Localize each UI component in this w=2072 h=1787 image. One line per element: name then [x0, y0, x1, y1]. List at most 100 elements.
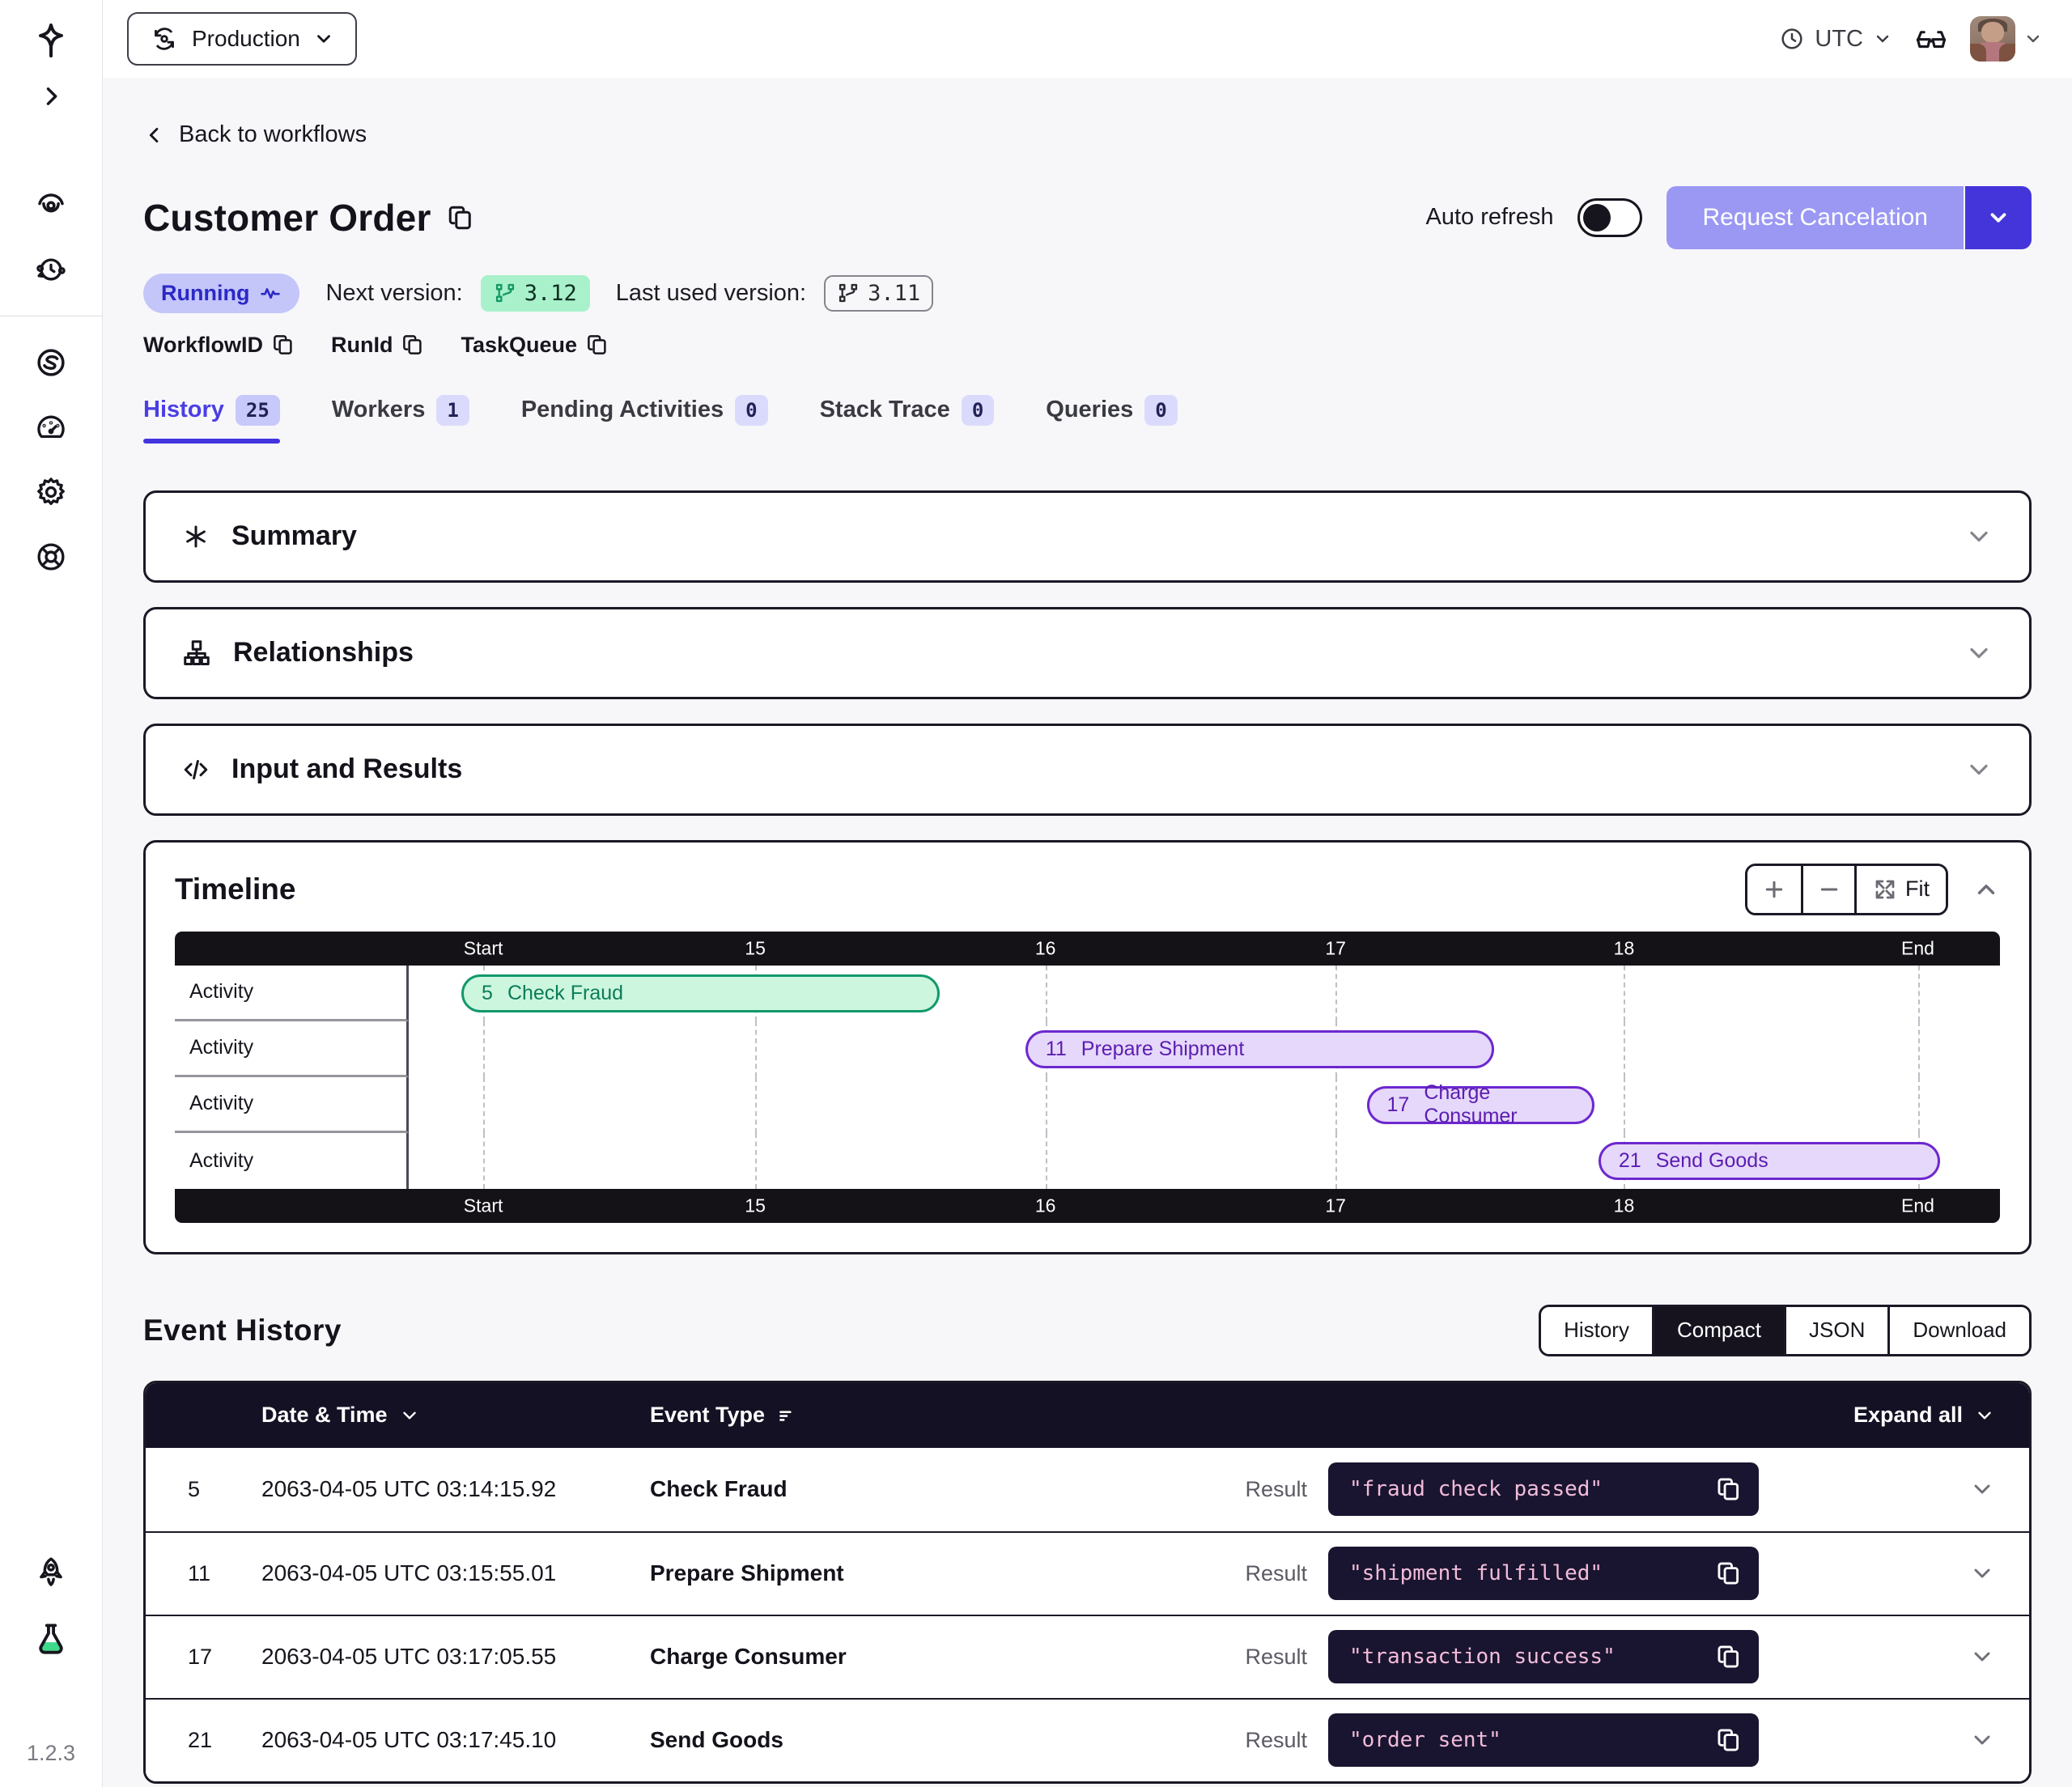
timeline-tick-label: 18	[1614, 1195, 1635, 1216]
column-event-type[interactable]: Event Type	[650, 1403, 1038, 1428]
timeline-gridline	[1046, 1077, 1047, 1133]
relationships-icon	[181, 638, 212, 669]
section-relationships[interactable]: Relationships	[143, 607, 2032, 699]
timeline-tick-label: Start	[464, 937, 503, 959]
view-mode-json[interactable]: JSON	[1784, 1307, 1887, 1354]
timeline-row: Activity11Prepare Shipment	[175, 1021, 2000, 1077]
tab-queries[interactable]: Queries0	[1046, 395, 1177, 444]
view-mode-compact[interactable]: Compact	[1652, 1307, 1784, 1354]
namespace-selector[interactable]: Production	[127, 12, 357, 66]
timeline-bar-send-goods[interactable]: 21Send Goods	[1599, 1142, 1940, 1180]
rocket-icon[interactable]	[33, 1555, 69, 1590]
support-icon[interactable]	[34, 540, 68, 574]
result-value: "fraud check passed"	[1349, 1477, 1715, 1501]
labs-icon[interactable]	[32, 1621, 70, 1658]
pulse-icon	[259, 282, 282, 304]
timeline-row-label: Activity	[175, 1133, 409, 1189]
section-input-and-results[interactable]: Input and Results	[143, 724, 2032, 816]
fit-button[interactable]: Fit	[1854, 866, 1946, 913]
view-mode-history[interactable]: History	[1541, 1307, 1652, 1354]
timeline-bar-prepare-shipment[interactable]: 11Prepare Shipment	[1025, 1030, 1495, 1068]
request-cancelation-dropdown[interactable]	[1964, 186, 2032, 249]
zoom-out-button[interactable]	[1801, 866, 1854, 913]
copy-icon[interactable]	[1715, 1475, 1743, 1503]
copy-workflowid-button[interactable]: WorkflowID	[143, 333, 295, 358]
expand-row-chevron-icon[interactable]	[1969, 1476, 2029, 1502]
event-row-charge-consumer[interactable]: 172063-04-05 UTC 03:17:05.55Charge Consu…	[146, 1615, 2029, 1698]
timeline-tick-label: Start	[464, 1195, 503, 1216]
expand-row-chevron-icon[interactable]	[1969, 1644, 2029, 1670]
sidebar: 1.2.3	[0, 0, 103, 1787]
copy-icon	[271, 333, 295, 357]
avatar[interactable]	[1970, 16, 2015, 62]
timeline-row-label: Activity	[175, 1077, 409, 1133]
namespace-name: Production	[192, 26, 300, 52]
result-value: "transaction success"	[1349, 1645, 1715, 1669]
tab-count-badge: 25	[236, 395, 280, 426]
result-label: Result	[1245, 1645, 1328, 1670]
last-version-badge: 3.11	[824, 275, 933, 312]
timezone-selector[interactable]: UTC	[1779, 26, 1892, 53]
column-date-time[interactable]: Date & Time	[261, 1403, 650, 1428]
temporal-logo-icon[interactable]	[32, 21, 70, 60]
tab-stack-trace[interactable]: Stack Trace0	[820, 395, 995, 444]
schedules-icon[interactable]	[34, 253, 68, 287]
copy-title-icon[interactable]	[446, 203, 475, 232]
copy-icon[interactable]	[1715, 1560, 1743, 1587]
timeline-tick-label: 16	[1035, 1195, 1056, 1216]
timeline-tick-label: 15	[745, 1195, 766, 1216]
nexus-icon[interactable]	[34, 346, 68, 380]
expand-row-chevron-icon[interactable]	[1969, 1560, 2029, 1586]
timeline-gridline	[1624, 1021, 1625, 1077]
copy-runid-button[interactable]: RunId	[331, 333, 425, 358]
timeline-row: Activity 21Send Goods	[175, 1133, 2000, 1189]
timeline-row: Activity 17Charge Consumer	[175, 1077, 2000, 1133]
topbar: Production UTC	[103, 0, 2072, 78]
timeline-axis-top: Start15161718End	[175, 932, 2000, 966]
timeline-bar-charge-consumer[interactable]: 17Charge Consumer	[1367, 1086, 1595, 1124]
event-history-table: Date & Time Event Type Expand all 52063-…	[143, 1381, 2032, 1784]
event-row-prepare-shipment[interactable]: 112063-04-05 UTC 03:15:55.01Prepare Ship…	[146, 1531, 2029, 1615]
labs-glasses-icon[interactable]	[1913, 21, 1949, 57]
expand-sidebar-icon[interactable]	[37, 83, 65, 110]
copy-icon[interactable]	[1715, 1726, 1743, 1754]
section-summary[interactable]: Summary	[143, 490, 2032, 583]
copy-icon[interactable]	[1715, 1643, 1743, 1670]
timeline-bar-check-fraud[interactable]: 5Check Fraud	[461, 974, 940, 1012]
timeline-row-label: Activity	[175, 966, 409, 1021]
timeline-gridline	[483, 1021, 485, 1077]
collapse-timeline-chevron-up-icon[interactable]	[1972, 876, 2000, 903]
usage-icon[interactable]	[34, 410, 68, 444]
event-row-send-goods[interactable]: 212063-04-05 UTC 03:17:45.10Send GoodsRe…	[146, 1698, 2029, 1781]
fit-expand-icon	[1873, 877, 1897, 902]
chevron-down-icon[interactable]	[2023, 29, 2043, 49]
timeline-card: Timeline Fit Start15161718End Activity5C…	[143, 840, 2032, 1254]
result-value: "order sent"	[1349, 1728, 1715, 1752]
timeline-gridline	[483, 1077, 485, 1133]
result-value-pill: "transaction success"	[1328, 1630, 1759, 1683]
event-id: 5	[146, 1477, 261, 1502]
result-value-pill: "fraud check passed"	[1328, 1462, 1759, 1516]
expand-row-chevron-icon[interactable]	[1969, 1727, 2029, 1753]
tab-history[interactable]: History25	[143, 395, 280, 444]
copy-taskqueue-button[interactable]: TaskQueue	[461, 333, 609, 358]
event-id: 11	[146, 1561, 261, 1586]
chevron-down-icon	[1964, 639, 1993, 668]
view-mode-download[interactable]: Download	[1887, 1307, 2029, 1354]
workflows-icon[interactable]	[34, 188, 68, 222]
zoom-in-button[interactable]	[1747, 866, 1801, 913]
event-row-check-fraud[interactable]: 52063-04-05 UTC 03:14:15.92Check FraudRe…	[146, 1448, 2029, 1531]
git-branch-icon	[494, 282, 516, 304]
event-history-title: Event History	[143, 1314, 342, 1348]
settings-icon[interactable]	[34, 475, 68, 509]
auto-refresh-toggle[interactable]	[1577, 198, 1642, 237]
expand-all-button[interactable]: Expand all	[1853, 1403, 2029, 1428]
tab-pending-activities[interactable]: Pending Activities0	[521, 395, 768, 444]
event-id: 17	[146, 1645, 261, 1670]
back-to-workflows-link[interactable]: Back to workflows	[143, 121, 367, 148]
tab-workers[interactable]: Workers1	[332, 395, 469, 444]
request-cancelation-button[interactable]: Request Cancelation	[1667, 186, 1964, 249]
next-version-badge: 3.12	[481, 275, 590, 312]
event-datetime: 2063-04-05 UTC 03:14:15.92	[261, 1476, 650, 1502]
chevron-down-icon	[1873, 29, 1892, 49]
